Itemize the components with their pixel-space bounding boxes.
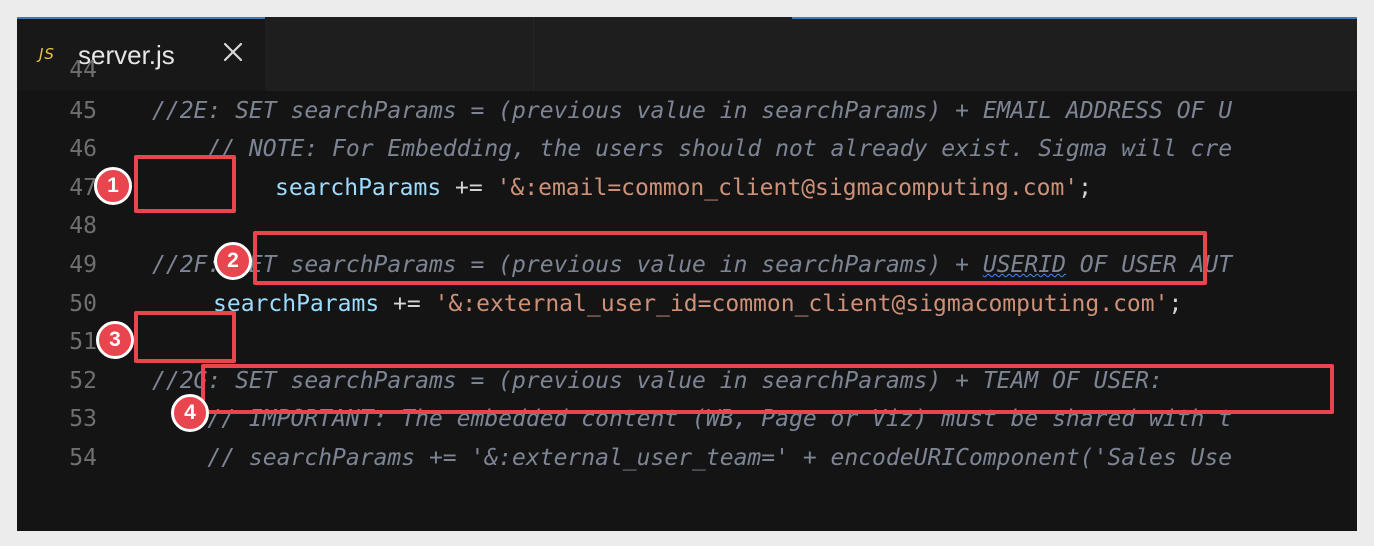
line-number: 53 — [69, 406, 97, 432]
tab-divider — [533, 17, 534, 91]
annotation-badge-2: 2 — [214, 242, 252, 280]
line-number: 48 — [69, 213, 97, 239]
code-token-string: '&:external_user_id=common_client@sigmac… — [434, 291, 1169, 317]
line-number: 44 — [69, 57, 97, 83]
annotation-badge-3: 3 — [96, 321, 134, 359]
highlight-box-external-id-line — [201, 364, 1334, 414]
code-token-comment: //2E: SET searchParams = (previous value… — [152, 98, 1233, 124]
line-number: 47 — [69, 175, 97, 201]
code-token-comment: // searchParams += '&:external_user_team… — [152, 445, 1233, 471]
code-line[interactable]: searchParams += '&:email=common_client@s… — [275, 173, 1092, 203]
code-editor[interactable]: 44 45 46 47 48 49 50 51 52 53 54 //2E: SET searchP… — [17, 57, 1357, 531]
line-number: 45 — [69, 98, 97, 124]
code-line[interactable]: // NOTE: For Embedding, the users should… — [152, 134, 1232, 164]
code-token-string: '&:email=common_client@sigmacomputing.co… — [496, 175, 1079, 201]
code-token-operator: += — [441, 175, 497, 201]
annotation-badge-4: 4 — [171, 394, 209, 432]
code-line[interactable]: //2E: SET searchParams = (previous value… — [152, 96, 1232, 126]
line-number: 54 — [69, 445, 97, 471]
code-token-variable: searchParams — [213, 291, 380, 317]
highlight-box-email-line — [253, 231, 1207, 285]
line-number: 46 — [69, 136, 97, 162]
tab-bar-accent-line — [792, 17, 1357, 19]
tab-bar: JS server.js — [17, 17, 1357, 91]
code-token-operator: += — [379, 291, 435, 317]
code-token-operator: ; — [1078, 175, 1093, 201]
line-number: 49 — [69, 252, 97, 278]
annotation-badge-1: 1 — [94, 167, 132, 205]
code-line[interactable]: searchParams += '&:external_user_id=comm… — [213, 289, 1182, 319]
code-line[interactable]: // searchParams += '&:external_user_team… — [152, 443, 1232, 473]
highlight-box-2e — [134, 155, 236, 213]
highlight-box-2f — [134, 311, 236, 363]
close-icon[interactable] — [221, 40, 245, 64]
line-number: 50 — [69, 291, 97, 317]
line-number: 52 — [69, 368, 97, 394]
editor-window: JS server.js 44 45 46 47 48 49 50 51 52 53 54 //2E… — [17, 17, 1357, 531]
code-token-variable: searchParams — [275, 175, 442, 201]
code-token-comment: // NOTE: For Embedding, the users should… — [152, 136, 1233, 162]
code-token-operator: ; — [1168, 291, 1183, 317]
line-number: 51 — [69, 329, 97, 355]
